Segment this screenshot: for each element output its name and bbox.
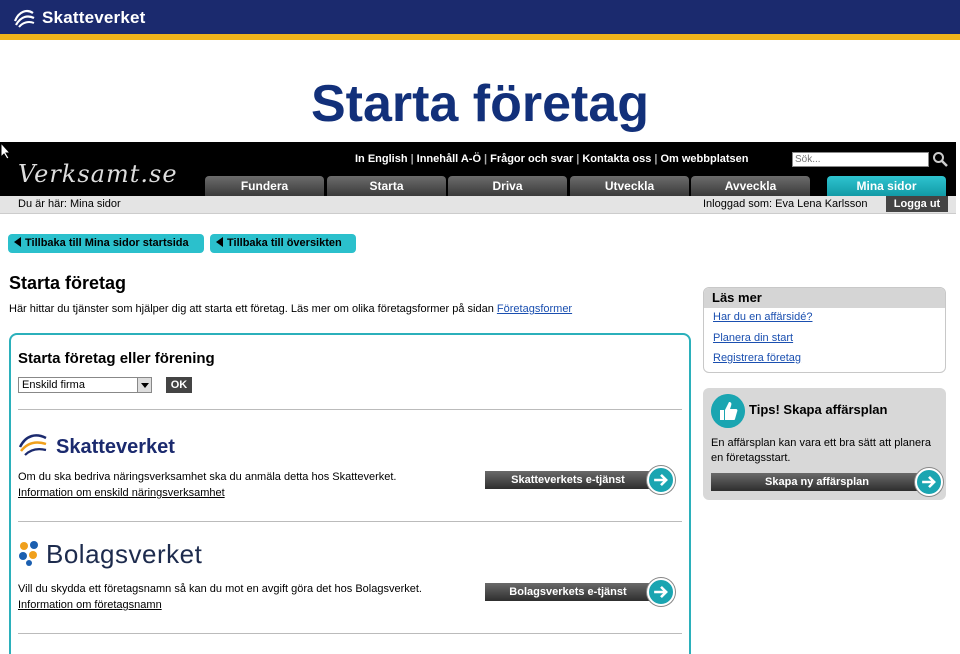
back-to-start-label: Tillbaka till Mina sidor startsida [25, 237, 189, 249]
logged-in-user: Inloggad som: Eva Lena Karlsson [703, 198, 868, 210]
bolagsverket-eservice-label: Bolagsverkets e-tjänst [485, 583, 659, 601]
back-arrow-icon [14, 237, 21, 247]
bolagsverket-description: Vill du skydda ett företagsnamn så kan d… [18, 583, 422, 595]
skatteverket-description: Om du ska bedriva näringsverksamhet ska … [18, 471, 397, 483]
divider [18, 521, 682, 522]
bolagsverket-logo-icon [19, 541, 38, 566]
create-business-plan-label: Skapa ny affärsplan [711, 473, 923, 491]
search-input[interactable] [792, 152, 929, 167]
read-more-box: Läs mer Har du en affärsidé? Planera din… [703, 287, 946, 373]
chevron-down-icon[interactable] [137, 378, 151, 392]
top-link-english[interactable]: In English [355, 153, 408, 165]
search-icon[interactable] [932, 151, 948, 167]
company-type-select[interactable]: Enskild firma [18, 377, 152, 393]
skatteverket-name: Skatteverket [56, 436, 175, 458]
top-link-faq[interactable]: Frågor och svar [490, 153, 573, 165]
tab-mina-sidor[interactable]: Mina sidor [827, 176, 946, 196]
mouse-cursor-icon [0, 142, 12, 160]
tab-driva[interactable]: Driva [448, 176, 567, 196]
tab-utveckla[interactable]: Utveckla [570, 176, 689, 196]
skatteverket-brand-bar: Skatteverket [0, 0, 960, 34]
foretagsformer-link[interactable]: Företagsformer [497, 303, 572, 315]
back-to-overview-button[interactable]: Tillbaka till översikten [210, 234, 356, 253]
breadcrumb-bar: Du är här: Mina sidor Inloggad som: Eva … [0, 196, 956, 214]
tab-fundera[interactable]: Fundera [205, 176, 324, 196]
thumbs-up-icon [711, 394, 745, 428]
brand-stripe [0, 34, 960, 40]
top-link-contact[interactable]: Kontakta oss [582, 153, 651, 165]
create-business-plan-button[interactable]: Skapa ny affärsplan [711, 468, 943, 496]
top-links: In English | Innehåll A-Ö | Frågor och svar |… [355, 153, 749, 165]
tips-box: Tips! Skapa affärsplan En affärsplan kan… [703, 388, 946, 500]
arrow-right-icon [647, 466, 675, 494]
back-arrow-icon [216, 237, 223, 247]
top-link-index[interactable]: Innehåll A-Ö [417, 153, 481, 165]
tab-starta[interactable]: Starta [327, 176, 446, 196]
link-planera[interactable]: Planera din start [713, 332, 793, 344]
tips-text: En affärsplan kan vara ett bra sätt att … [711, 437, 931, 464]
breadcrumb: Du är här: Mina sidor [18, 198, 121, 210]
top-link-about[interactable]: Om webbplatsen [660, 153, 748, 165]
panel-title: Starta företag eller förening [18, 350, 215, 367]
slide-title: Starta företag [310, 75, 650, 133]
link-affarside[interactable]: Har du en affärsidé? [713, 311, 812, 323]
brand-name: Skatteverket [42, 8, 146, 27]
intro-text: Här hittar du tjänster som hjälper dig a… [9, 303, 573, 315]
verksamt-logo[interactable]: Verksamt.se [18, 160, 178, 188]
tips-title: Tips! Skapa affärsplan [749, 402, 888, 417]
page-title: Starta företag [9, 273, 127, 293]
bolagsverket-info-link[interactable]: Information om företagsnamn [18, 599, 162, 611]
bolagsverket-eservice-button[interactable]: Bolagsverkets e-tjänst [485, 578, 675, 606]
divider [18, 633, 682, 634]
site-header: Verksamt.se In English | Innehåll A-Ö | Fråg… [0, 142, 956, 196]
bolagsverket-name: Bolagsverket [46, 539, 203, 569]
skatteverket-info-link[interactable]: Information om enskild näringsverksamhet [18, 487, 225, 499]
back-to-overview-label: Tillbaka till översikten [227, 237, 342, 249]
link-registrera[interactable]: Registrera företag [713, 352, 801, 364]
read-more-title: Läs mer [704, 288, 945, 308]
skatteverket-logo-icon [13, 10, 35, 28]
ok-button[interactable]: OK [166, 377, 192, 393]
back-to-start-button[interactable]: Tillbaka till Mina sidor startsida [8, 234, 204, 253]
divider [18, 409, 682, 410]
skatteverket-logo-icon [18, 434, 47, 456]
logout-button[interactable]: Logga ut [886, 196, 948, 212]
skatteverket-eservice-button[interactable]: Skatteverkets e-tjänst [485, 466, 675, 494]
arrow-right-icon [915, 468, 943, 496]
arrow-right-icon [647, 578, 675, 606]
tab-avveckla[interactable]: Avveckla [691, 176, 810, 196]
skatteverket-eservice-label: Skatteverkets e-tjänst [485, 471, 659, 489]
